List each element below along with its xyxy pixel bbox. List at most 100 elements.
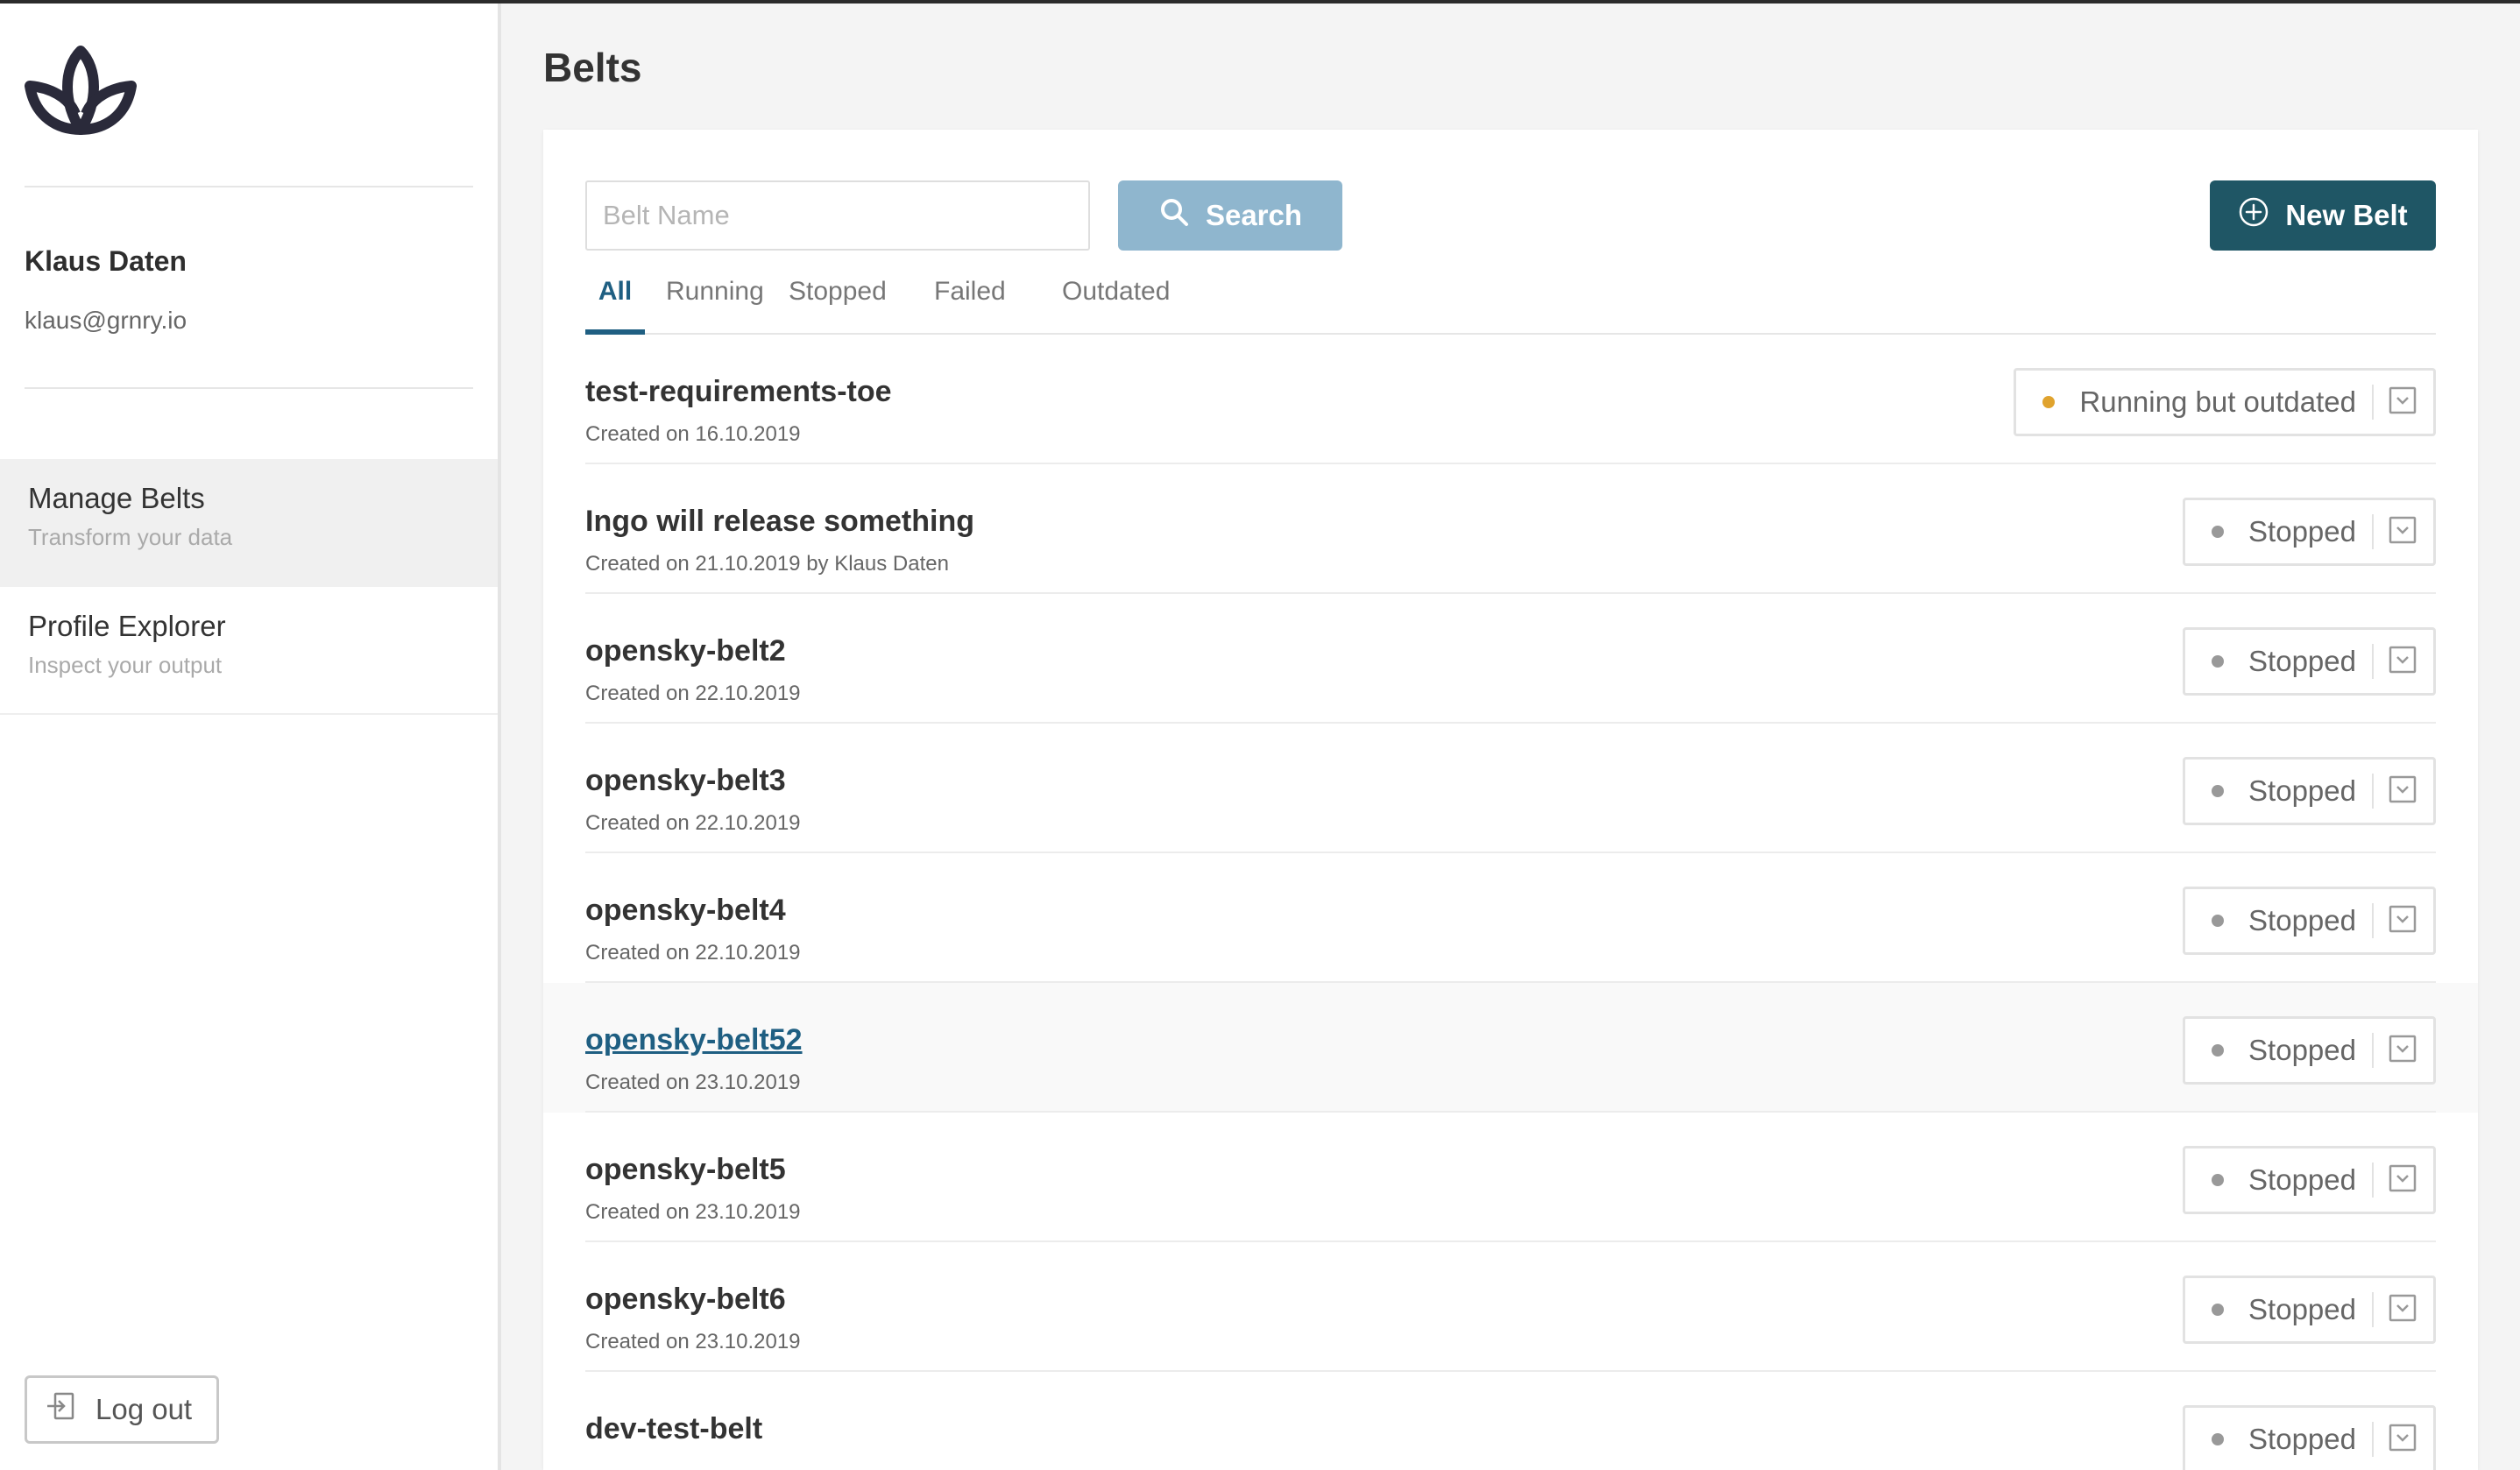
belt-name[interactable]: dev-test-belt bbox=[585, 1412, 762, 1446]
status-dropdown[interactable]: Stopped bbox=[2183, 1146, 2436, 1214]
logout-label: Log out bbox=[96, 1393, 193, 1425]
status-dropdown[interactable]: Stopped bbox=[2183, 1405, 2436, 1470]
status-dropdown[interactable]: Stopped bbox=[2183, 757, 2436, 825]
chevron-down-icon[interactable] bbox=[2388, 385, 2417, 420]
chevron-down-icon[interactable] bbox=[2388, 515, 2417, 549]
sidebar-item-profile-explorer[interactable]: Profile Explorer Inspect your output bbox=[0, 587, 498, 715]
status-separator bbox=[2372, 1163, 2374, 1198]
chevron-down-icon[interactable] bbox=[2388, 1293, 2417, 1327]
belt-row[interactable]: opensky-belt52 Created on 23.10.2019 Sto… bbox=[543, 983, 2478, 1113]
status-label: Running but outdated bbox=[2079, 385, 2356, 418]
search-button[interactable]: Search bbox=[1118, 180, 1342, 251]
status-dropdown[interactable]: Stopped bbox=[2183, 1016, 2436, 1085]
logout-icon bbox=[45, 1390, 76, 1429]
sidebar-item-subtitle: Transform your data bbox=[28, 524, 233, 550]
belt-created: Created on 22.10.2019 bbox=[585, 682, 801, 705]
belt-created: Created on 23.10.2019 bbox=[585, 1071, 801, 1094]
belt-list: test-requirements-toe Created on 16.10.2… bbox=[543, 335, 2478, 1470]
status-dropdown[interactable]: Stopped bbox=[2183, 627, 2436, 696]
belt-row[interactable]: opensky-belt4 Created on 22.10.2019 Stop… bbox=[543, 853, 2478, 983]
status-label: Stopped bbox=[2248, 515, 2356, 548]
sidebar-item-subtitle: Inspect your output bbox=[28, 652, 223, 678]
status-separator bbox=[2372, 385, 2374, 420]
belt-name[interactable]: opensky-belt3 bbox=[585, 764, 786, 798]
status-dot bbox=[2212, 655, 2225, 668]
search-input[interactable] bbox=[585, 180, 1090, 251]
status-separator bbox=[2372, 774, 2374, 809]
belt-name[interactable]: test-requirements-toe bbox=[585, 375, 892, 409]
belt-created: Created on 23.10.2019 bbox=[585, 1200, 801, 1224]
belt-row[interactable]: Ingo will release something Created on 2… bbox=[543, 464, 2478, 594]
belt-row[interactable]: opensky-belt2 Created on 22.10.2019 Stop… bbox=[543, 594, 2478, 724]
chevron-down-icon[interactable] bbox=[2388, 1163, 2417, 1198]
tab-failed[interactable]: Failed bbox=[934, 277, 1006, 335]
status-dot bbox=[2042, 396, 2056, 408]
chevron-down-icon[interactable] bbox=[2388, 645, 2417, 679]
tab-running[interactable]: Running bbox=[666, 277, 764, 335]
status-dot bbox=[2212, 1174, 2225, 1186]
belt-row[interactable]: opensky-belt6 Created on 23.10.2019 Stop… bbox=[543, 1242, 2478, 1372]
logout-button[interactable]: Log out bbox=[25, 1375, 219, 1444]
sidebar: Klaus Daten klaus@grnry.io Manage Belts … bbox=[0, 4, 501, 1470]
status-dot bbox=[2212, 1304, 2225, 1316]
tab-stopped[interactable]: Stopped bbox=[789, 277, 887, 335]
belt-name[interactable]: opensky-belt2 bbox=[585, 634, 786, 668]
belt-created: Created on 22.10.2019 bbox=[585, 811, 801, 835]
belt-row[interactable]: opensky-belt3 Created on 22.10.2019 Stop… bbox=[543, 724, 2478, 853]
belt-name[interactable]: opensky-belt6 bbox=[585, 1283, 786, 1317]
chevron-down-icon[interactable] bbox=[2388, 774, 2417, 809]
status-label: Stopped bbox=[2248, 1163, 2356, 1196]
status-label: Stopped bbox=[2248, 645, 2356, 677]
status-dot bbox=[2212, 785, 2225, 797]
status-label: Stopped bbox=[2248, 774, 2356, 807]
status-separator bbox=[2372, 1292, 2374, 1327]
status-dropdown[interactable]: Stopped bbox=[2183, 1276, 2436, 1344]
sidebar-item-manage-belts[interactable]: Manage Belts Transform your data bbox=[0, 459, 498, 587]
belt-created: Created on 16.10.2019 bbox=[585, 422, 801, 446]
sidebar-item-title: Profile Explorer bbox=[28, 610, 226, 642]
status-separator bbox=[2372, 903, 2374, 938]
belt-name[interactable]: opensky-belt4 bbox=[585, 894, 786, 928]
status-label: Stopped bbox=[2248, 904, 2356, 936]
status-dot bbox=[2212, 1433, 2225, 1445]
user-name: Klaus Daten bbox=[25, 245, 187, 277]
belt-name[interactable]: opensky-belt5 bbox=[585, 1153, 786, 1187]
lotus-logo-icon[interactable] bbox=[23, 42, 138, 144]
filter-tabs: All Running Stopped Failed Outdated bbox=[585, 277, 2436, 335]
status-separator bbox=[2372, 1033, 2374, 1068]
tab-all[interactable]: All bbox=[585, 277, 645, 335]
belt-created: Created on 22.10.2019 bbox=[585, 941, 801, 965]
status-separator bbox=[2372, 644, 2374, 679]
status-dropdown[interactable]: Running but outdated bbox=[2014, 368, 2436, 436]
chevron-down-icon[interactable] bbox=[2388, 1034, 2417, 1068]
status-separator bbox=[2372, 514, 2374, 549]
new-belt-button[interactable]: New Belt bbox=[2210, 180, 2436, 251]
belt-created: Created on 23.10.2019 bbox=[585, 1330, 801, 1353]
status-label: Stopped bbox=[2248, 1423, 2356, 1455]
status-dot bbox=[2212, 915, 2225, 927]
new-belt-label: New Belt bbox=[2285, 199, 2408, 231]
status-label: Stopped bbox=[2248, 1293, 2356, 1325]
search-button-label: Search bbox=[1205, 199, 1303, 231]
page-title: Belts bbox=[543, 45, 642, 90]
sidebar-divider bbox=[25, 186, 473, 187]
belt-name[interactable]: Ingo will release something bbox=[585, 505, 974, 539]
status-dropdown[interactable]: Stopped bbox=[2183, 887, 2436, 955]
sidebar-divider bbox=[25, 387, 473, 389]
user-email: klaus@grnry.io bbox=[25, 307, 188, 334]
belt-row[interactable]: dev-test-belt Stopped bbox=[543, 1372, 2478, 1470]
status-dropdown[interactable]: Stopped bbox=[2183, 498, 2436, 566]
belt-row[interactable]: test-requirements-toe Created on 16.10.2… bbox=[543, 335, 2478, 464]
search-icon bbox=[1158, 196, 1190, 235]
chevron-down-icon[interactable] bbox=[2388, 904, 2417, 938]
tab-outdated[interactable]: Outdated bbox=[1062, 277, 1170, 335]
sidebar-item-title: Manage Belts bbox=[28, 482, 205, 514]
belts-card: Search New Belt All Running Stopped Fail… bbox=[543, 130, 2478, 1470]
status-label: Stopped bbox=[2248, 1034, 2356, 1066]
belt-name[interactable]: opensky-belt52 bbox=[585, 1023, 803, 1057]
status-separator bbox=[2372, 1422, 2374, 1457]
plus-circle-icon bbox=[2238, 196, 2269, 235]
belt-row[interactable]: opensky-belt5 Created on 23.10.2019 Stop… bbox=[543, 1113, 2478, 1242]
belt-created: Created on 21.10.2019 by Klaus Daten bbox=[585, 552, 949, 576]
chevron-down-icon[interactable] bbox=[2388, 1423, 2417, 1457]
